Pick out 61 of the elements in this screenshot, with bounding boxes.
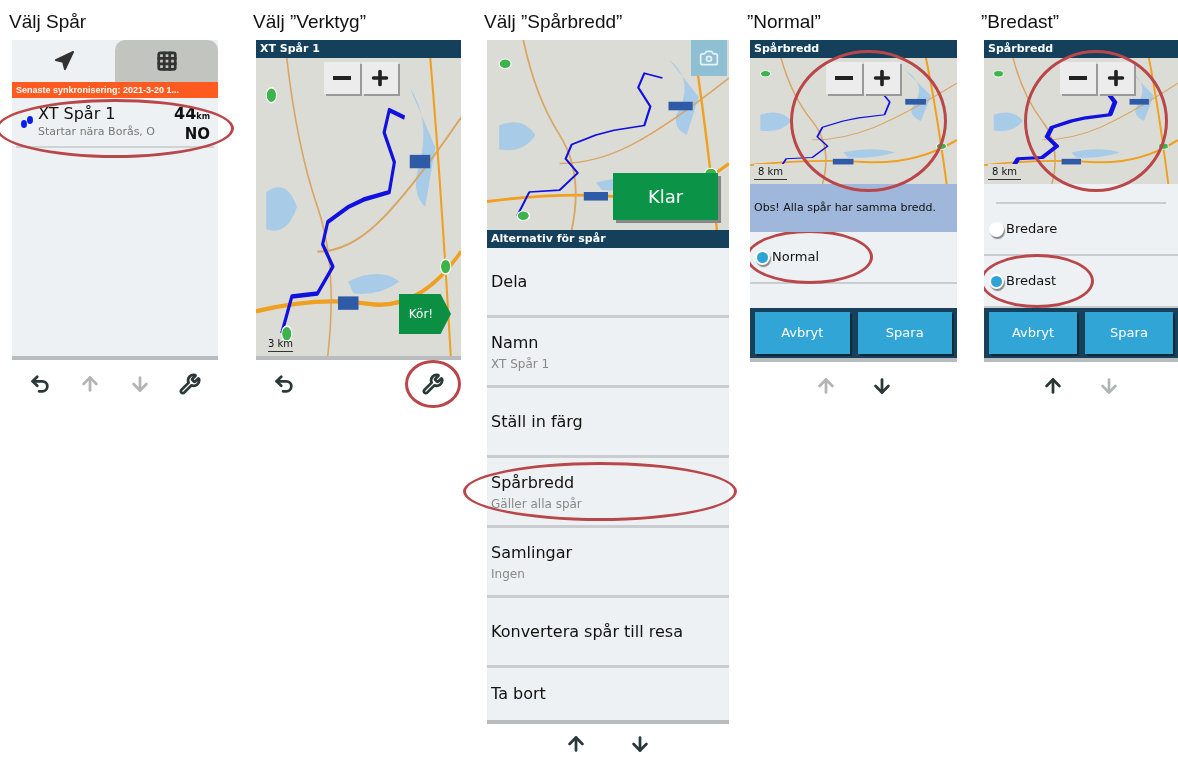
plus-icon	[369, 67, 391, 89]
minus-icon	[835, 76, 853, 80]
radio-button[interactable]	[989, 273, 1004, 289]
arrow-down-icon	[629, 733, 651, 755]
grid-icon	[155, 50, 178, 72]
step-caption: ”Bredast”	[981, 10, 1061, 34]
zoom-out-button[interactable]	[324, 62, 360, 94]
option-item[interactable]: Ställ in färg	[491, 409, 725, 434]
width-option[interactable]: Bredast	[1006, 271, 1057, 291]
radio-button[interactable]	[989, 221, 1004, 237]
width-option[interactable]: Normal	[772, 247, 820, 267]
option-sublabel: Gäller alla spår	[491, 495, 583, 513]
distance-unit: km	[196, 112, 210, 123]
notice-banner: Obs! Alla spår har samma bredd.	[750, 184, 957, 232]
screen-title: Alternativ för spår	[487, 230, 729, 248]
footprints-icon	[20, 116, 34, 128]
tab[interactable]	[115, 40, 218, 82]
track-subtitle: Startar nära Borås, O	[38, 123, 157, 140]
screen-title: Spårbredd	[750, 40, 957, 58]
zoom-in-button[interactable]	[362, 62, 398, 94]
option-item[interactable]: Dela	[491, 269, 725, 294]
sync-banner: Senaste synkronisering: 2021-3-20 1...	[12, 82, 218, 98]
step-caption: Välj ”Verktyg”	[253, 10, 367, 34]
zoom-in-button[interactable]	[1098, 62, 1134, 94]
zoom-out-button[interactable]	[826, 62, 862, 94]
step-caption: Välj Spår	[9, 10, 88, 34]
camera-icon	[699, 48, 719, 68]
step-caption: ”Normal”	[747, 10, 822, 34]
option-sublabel: Ingen	[491, 565, 526, 583]
wrench-icon	[179, 373, 201, 395]
option-item[interactable]: Namn	[491, 330, 725, 355]
plus-icon	[871, 67, 893, 89]
track-distance: 44	[174, 103, 197, 125]
option-item[interactable]: Samlingar	[491, 540, 725, 565]
done-button[interactable]: Klar	[613, 173, 718, 220]
map-scale: 3 km	[268, 336, 294, 352]
undo-arrow-icon	[273, 373, 295, 395]
navigation-icon	[52, 50, 75, 72]
arrow-down-icon	[129, 373, 151, 395]
highlight-ellipse	[405, 360, 461, 408]
track-direction: NO	[184, 126, 210, 142]
track-name: XT Spår 1	[38, 103, 117, 124]
minus-icon	[333, 76, 351, 80]
go-button[interactable]: Kör!	[399, 294, 451, 334]
step-caption: Välj ”Spårbredd”	[484, 10, 624, 34]
plus-icon	[1105, 67, 1127, 89]
arrow-up-icon	[79, 373, 101, 395]
option-item[interactable]: Spårbredd	[491, 470, 725, 495]
screen-title: XT Spår 1	[256, 40, 461, 58]
minus-icon	[1069, 76, 1087, 80]
map-scale: 8 km	[754, 164, 788, 180]
undo-arrow-icon	[29, 373, 51, 395]
map-scale: 8 km	[988, 164, 1022, 180]
width-option[interactable]: Bredare	[1006, 219, 1058, 239]
zoom-in-button[interactable]	[864, 62, 900, 94]
option-item[interactable]: Ta bort	[491, 682, 725, 706]
option-item[interactable]: Konvertera spår till resa	[491, 619, 725, 644]
zoom-out-button[interactable]	[1060, 62, 1096, 94]
option-sublabel: XT Spår 1	[491, 355, 551, 373]
wrench-icon	[422, 373, 444, 395]
screen-title: Spårbredd	[984, 40, 1178, 58]
